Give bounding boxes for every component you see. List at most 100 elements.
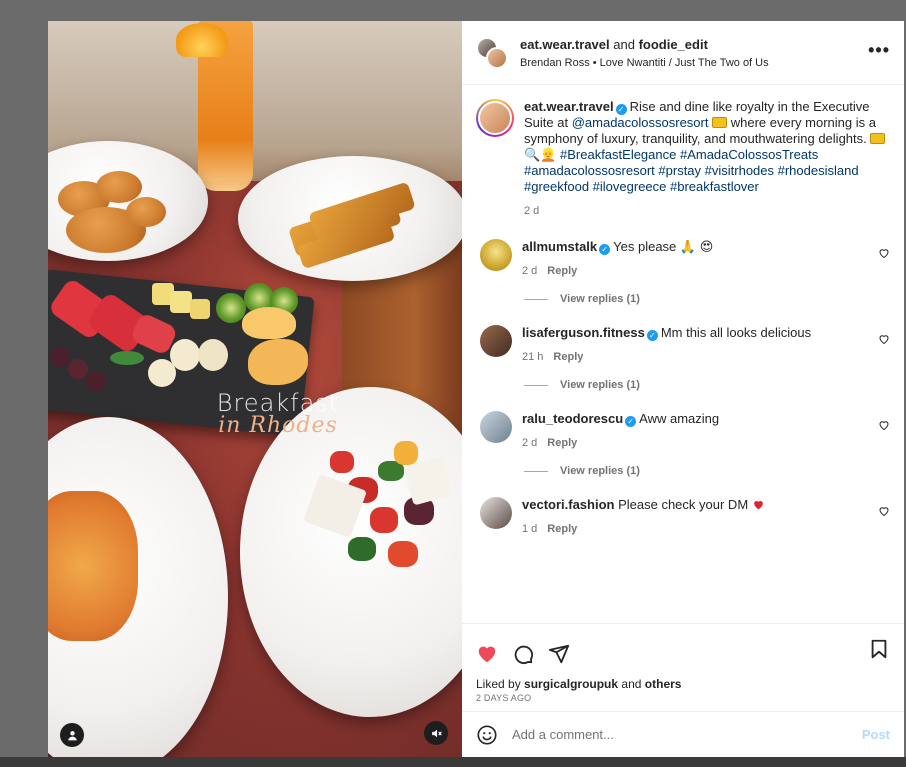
caption-hashtags-2[interactable]: #amadacolossosresort #prstay #visitrhode… bbox=[524, 163, 859, 178]
liked-by-and: and bbox=[621, 677, 642, 691]
collab-avatars[interactable] bbox=[476, 36, 508, 69]
liked-by-prefix: Liked by bbox=[476, 677, 521, 691]
like-comment-heart-icon[interactable] bbox=[878, 247, 890, 259]
comment-time[interactable]: 1 d bbox=[522, 523, 537, 535]
caption-hashtags-1[interactable]: #BreakfastElegance #AmadaColossosTreats bbox=[560, 147, 818, 162]
pineapple bbox=[170, 291, 192, 313]
caption-body: eat.wear.travel ✓ Rise and dine like royal… bbox=[524, 99, 890, 219]
view-replies-label: View replies (1) bbox=[560, 379, 640, 391]
comment-icon[interactable] bbox=[512, 643, 534, 665]
caption-mention[interactable]: @amadacolossosresort bbox=[572, 115, 709, 130]
view-replies-button[interactable]: View replies (1) bbox=[524, 293, 890, 305]
view-replies-button[interactable]: View replies (1) bbox=[524, 465, 890, 477]
comment-text: Please check your DM bbox=[618, 497, 749, 512]
post-modal: Breakfast in Rhodes eat.wear.travel and … bbox=[48, 21, 904, 757]
verified-icon: ✓ bbox=[599, 244, 611, 255]
comment-avatar[interactable] bbox=[480, 411, 512, 443]
tomato bbox=[388, 541, 418, 567]
post-header: eat.wear.travel and foodie_edit Brendan … bbox=[462, 21, 904, 85]
comment: lisaferguson.fitness ✓ Mm this all looks d… bbox=[476, 325, 890, 365]
comment-avatar[interactable] bbox=[480, 239, 512, 271]
comment-meta: 2 d Reply bbox=[522, 435, 890, 451]
comment-avatar[interactable] bbox=[480, 325, 512, 357]
comment-username[interactable]: vectori.fashion bbox=[522, 497, 614, 512]
comment-time[interactable]: 2 d bbox=[522, 437, 537, 449]
comment-username[interactable]: allmumstalk bbox=[522, 239, 597, 254]
pepper bbox=[394, 441, 418, 465]
grape bbox=[86, 371, 106, 391]
post-actions bbox=[462, 623, 904, 677]
view-replies-label: View replies (1) bbox=[560, 293, 640, 305]
media-caption-sub: in Rhodes bbox=[218, 413, 338, 438]
heart-eyes-emoji-icon: 😍 bbox=[699, 239, 714, 254]
audio-label[interactable]: Brendan Ross • Love Nwantiti / Just The … bbox=[520, 57, 769, 69]
view-replies-label: View replies (1) bbox=[560, 465, 640, 477]
orange-slice bbox=[176, 23, 228, 57]
comment-meta: 2 d Reply bbox=[522, 263, 890, 279]
tomato bbox=[370, 507, 398, 533]
mute-button[interactable] bbox=[424, 721, 448, 745]
view-replies-button[interactable]: View replies (1) bbox=[524, 379, 890, 391]
mint-leaf bbox=[110, 351, 144, 365]
verified-icon: ✓ bbox=[615, 104, 627, 115]
add-comment-input[interactable] bbox=[512, 727, 862, 742]
liked-by-user[interactable]: surgicalgroupuk bbox=[524, 677, 618, 691]
emoji-icon bbox=[712, 117, 728, 128]
liked-by-others[interactable]: others bbox=[645, 677, 682, 691]
post-media[interactable]: Breakfast in Rhodes bbox=[48, 21, 462, 757]
background-strip bbox=[0, 757, 906, 767]
grape bbox=[68, 359, 88, 379]
replies-line bbox=[524, 384, 548, 386]
more-options-button[interactable]: ••• bbox=[868, 40, 890, 60]
banana bbox=[198, 339, 228, 371]
likes-summary: Liked by surgicalgroupuk and others bbox=[462, 677, 904, 691]
caption-meta: 2 d bbox=[524, 203, 890, 219]
verified-icon: ✓ bbox=[625, 416, 637, 427]
grape bbox=[50, 347, 70, 367]
verified-icon: ✓ bbox=[646, 330, 658, 341]
caption-time[interactable]: 2 d bbox=[524, 205, 539, 217]
like-comment-heart-icon[interactable] bbox=[878, 505, 890, 517]
more-icon: ••• bbox=[868, 40, 890, 60]
reply-button[interactable]: Reply bbox=[547, 523, 577, 535]
post-comment-button[interactable]: Post bbox=[862, 727, 890, 742]
comment-avatar[interactable] bbox=[480, 497, 512, 529]
like-comment-heart-icon[interactable] bbox=[878, 419, 890, 431]
caption-avatar[interactable] bbox=[476, 99, 514, 137]
header-user2-link[interactable]: foodie_edit bbox=[639, 37, 708, 52]
scrambled-eggs bbox=[48, 491, 138, 641]
comment: allmumstalk ✓ Yes please 🙏 😍 2 d Reply bbox=[476, 239, 890, 279]
comment-body: allmumstalk ✓ Yes please 🙏 😍 2 d Reply bbox=[522, 239, 890, 279]
user-tag-icon bbox=[67, 730, 77, 740]
caption-username[interactable]: eat.wear.travel bbox=[524, 99, 614, 114]
user-tag-button[interactable] bbox=[60, 723, 84, 747]
comment-body: ralu_teodorescu ✓ Aww amazing 2 d Reply bbox=[522, 411, 890, 451]
post-timestamp[interactable]: 2 DAYS AGO bbox=[462, 691, 904, 711]
reply-button[interactable]: Reply bbox=[547, 437, 577, 449]
comment-text: Aww amazing bbox=[639, 411, 720, 426]
reply-button[interactable]: Reply bbox=[547, 265, 577, 277]
replies-line bbox=[524, 470, 548, 472]
pancake bbox=[126, 197, 166, 227]
header-text: eat.wear.travel and foodie_edit Brendan … bbox=[520, 37, 769, 69]
emoji-icon[interactable] bbox=[476, 724, 498, 746]
comments-list[interactable]: eat.wear.travel ✓ Rise and dine like royal… bbox=[462, 85, 904, 623]
header-users: eat.wear.travel and foodie_edit bbox=[520, 37, 769, 52]
person-emoji-icon: 👱 bbox=[540, 147, 557, 162]
comment-time[interactable]: 21 h bbox=[522, 351, 543, 363]
comment-username[interactable]: ralu_teodorescu bbox=[522, 411, 623, 426]
comment-username[interactable]: lisaferguson.fitness bbox=[522, 325, 645, 340]
comment-time[interactable]: 2 d bbox=[522, 265, 537, 277]
caption-hashtags-3[interactable]: #greekfood #ilovegreece #breakfastlover bbox=[524, 179, 759, 194]
comment-text: Yes please bbox=[613, 239, 677, 254]
share-icon[interactable] bbox=[548, 643, 570, 665]
bookmark-icon[interactable] bbox=[868, 638, 890, 660]
heart-icon[interactable] bbox=[476, 643, 498, 665]
avatar bbox=[486, 46, 508, 69]
reply-button[interactable]: Reply bbox=[553, 351, 583, 363]
like-comment-heart-icon[interactable] bbox=[878, 333, 890, 345]
emoji-icon bbox=[870, 133, 886, 144]
header-user1-link[interactable]: eat.wear.travel bbox=[520, 37, 610, 52]
comment-meta: 21 h Reply bbox=[522, 349, 890, 365]
comment-text: Mm this all looks delicious bbox=[660, 325, 812, 340]
